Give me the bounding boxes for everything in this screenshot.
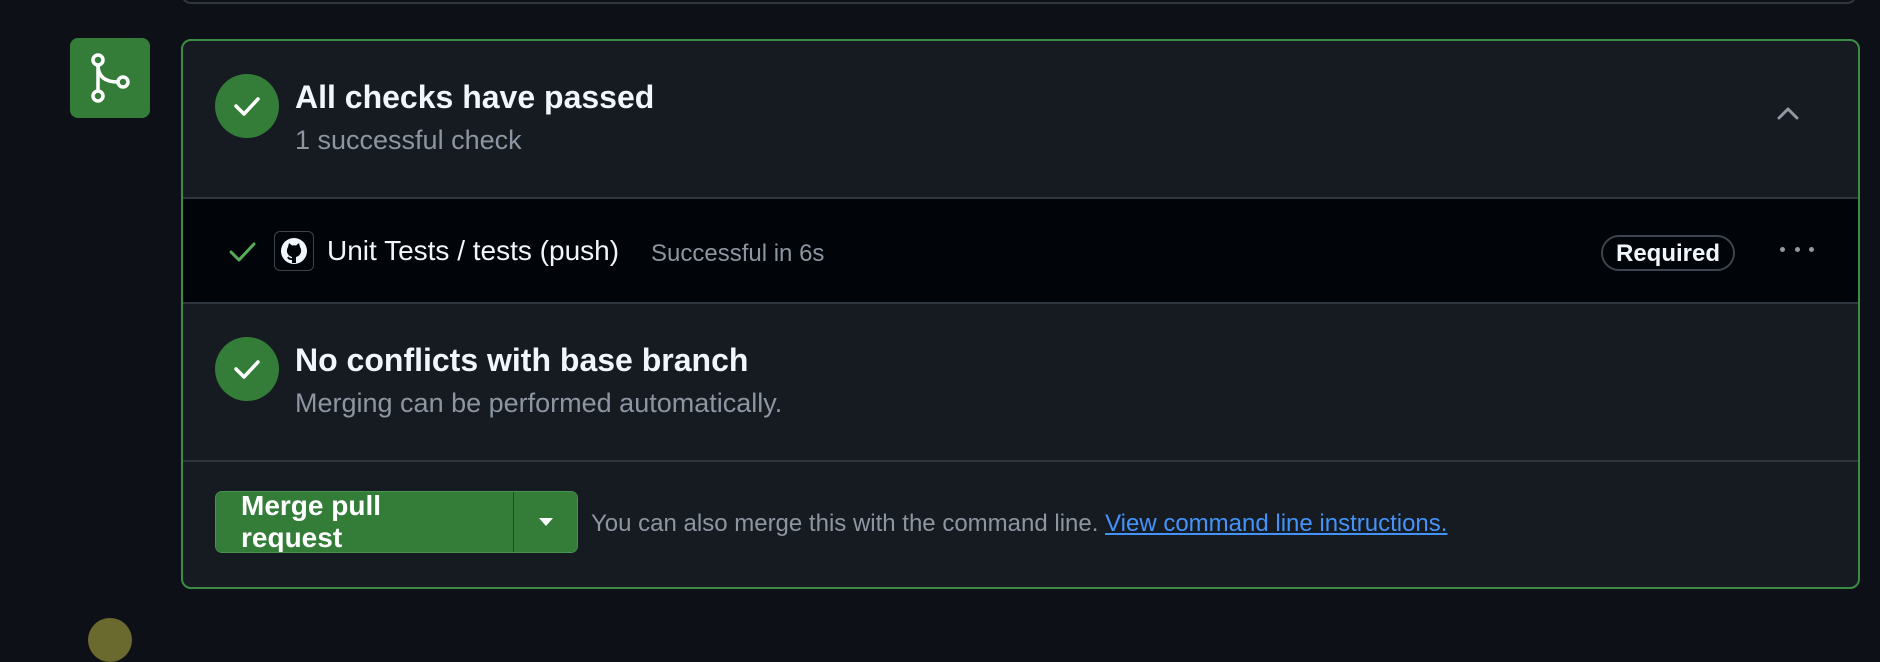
collapse-checks-button[interactable] bbox=[1773, 98, 1803, 128]
check-run-name[interactable]: Unit Tests / tests (push) bbox=[327, 235, 619, 267]
check-icon bbox=[229, 242, 256, 262]
conflicts-subtitle: Merging can be performed automatically. bbox=[295, 388, 783, 418]
merge-actions: Merge pull request You can also merge th… bbox=[183, 460, 1858, 587]
check-icon bbox=[234, 97, 260, 116]
command-line-instructions-link[interactable]: View command line instructions. bbox=[1105, 510, 1447, 537]
previous-timeline-box bbox=[181, 0, 1857, 4]
conflicts-status-circle bbox=[215, 337, 279, 401]
checks-subtitle: 1 successful check bbox=[295, 125, 522, 155]
required-badge: Required bbox=[1601, 235, 1736, 271]
conflicts-summary: No conflicts with base branch Merging ca… bbox=[183, 304, 1858, 460]
checks-status-circle bbox=[215, 74, 279, 138]
conflicts-title: No conflicts with base branch bbox=[295, 342, 749, 378]
kebab-dot bbox=[1780, 246, 1785, 252]
check-run-row: Unit Tests / tests (push) Successful in … bbox=[183, 197, 1858, 304]
merge-button-group: Merge pull request bbox=[215, 491, 578, 553]
avatar[interactable] bbox=[88, 618, 132, 662]
command-line-note: You can also merge this with the command… bbox=[591, 510, 1447, 538]
merge-status-badge bbox=[70, 38, 150, 118]
check-icon bbox=[234, 360, 260, 379]
github-logo-icon bbox=[281, 238, 307, 264]
github-actions-avatar[interactable] bbox=[274, 231, 314, 271]
triangle-down-icon bbox=[538, 518, 553, 526]
merge-box: All checks have passed 1 successful chec… bbox=[181, 39, 1860, 589]
merge-method-dropdown-button[interactable] bbox=[513, 492, 577, 552]
git-merge-icon bbox=[91, 53, 130, 103]
checks-title: All checks have passed bbox=[295, 79, 655, 115]
check-run-menu-button[interactable] bbox=[1780, 237, 1814, 261]
kebab-dot bbox=[1794, 246, 1800, 252]
merge-pull-request-button[interactable]: Merge pull request bbox=[216, 492, 513, 552]
kebab-dot bbox=[1809, 246, 1814, 252]
check-run-status: Successful in 6s bbox=[651, 240, 825, 267]
command-line-note-text: You can also merge this with the command… bbox=[591, 510, 1099, 537]
chevron-up-icon bbox=[1777, 107, 1799, 120]
checks-summary: All checks have passed 1 successful chec… bbox=[183, 41, 1858, 197]
